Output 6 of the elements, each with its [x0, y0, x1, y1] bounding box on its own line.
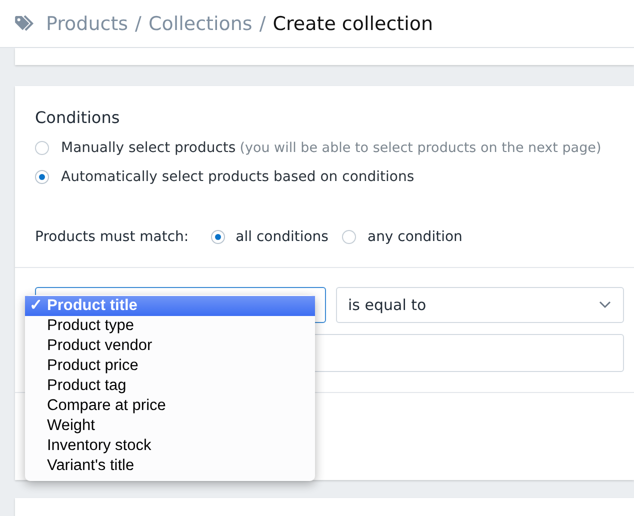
- hint-text: (you will be able to select products on the next page): [240, 140, 602, 156]
- match-label: Products must match:: [35, 229, 189, 245]
- breadcrumb-separator: /: [259, 12, 266, 34]
- page-title: Create collection: [272, 12, 434, 34]
- breadcrumb-separator: /: [135, 12, 142, 34]
- section-title: Conditions: [34, 107, 121, 127]
